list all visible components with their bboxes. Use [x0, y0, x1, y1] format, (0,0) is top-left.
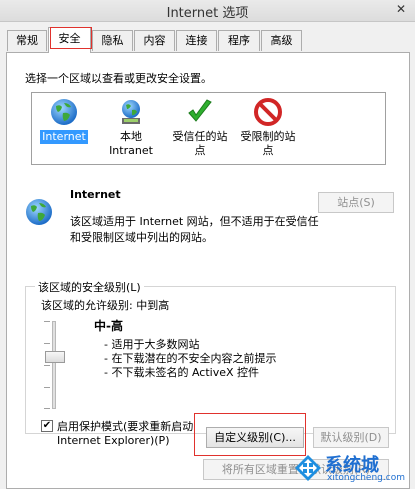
internet-options-window: Internet 选项 ✕ 常规 安全 隐私 内容 连接 程序 高级 选择一个区…: [0, 0, 415, 489]
zone-prompt: 选择一个区域以查看或更改安全设置。: [25, 72, 212, 85]
restricted-icon: [254, 98, 282, 126]
protected-mode-option[interactable]: ✔ 启用保护模式(要求重新启动 Internet Explorer)(P): [41, 420, 211, 448]
intranet-icon: [122, 100, 140, 124]
zone-intranet-label-line2: Intranet: [109, 144, 153, 157]
zone-trusted-sites[interactable]: 受信任的站 点: [169, 97, 231, 158]
selected-zone-description: 该区域适用于 Internet 网站，但不适用于在受信任和受限制区域中列出的网站…: [70, 215, 319, 244]
windows-logo-icon: [295, 455, 321, 481]
window-title: Internet 选项: [166, 6, 249, 21]
allowed-level-text: 该区域的允许级别: 中到高: [41, 299, 170, 312]
slider-tick: [44, 387, 50, 388]
sites-button[interactable]: 站点(S): [318, 192, 394, 213]
slider-tick: [44, 408, 50, 409]
protected-mode-label: 启用保护模式(要求重新启动 Internet Explorer)(P): [57, 420, 194, 447]
tab-programs[interactable]: 程序: [218, 30, 260, 51]
zone-internet[interactable]: Internet: [36, 97, 92, 144]
security-level-details: - 适用于大多数网站 - 在下载潜在的不安全内容之前提示 - 不下载未签名的 A…: [104, 338, 276, 380]
selected-zone-title: Internet: [70, 188, 121, 201]
custom-level-button[interactable]: 自定义级别(C)...: [206, 427, 304, 448]
site-watermark: 系统城 xitongcheng.com: [293, 451, 411, 485]
tab-privacy[interactable]: 隐私: [92, 30, 133, 51]
zone-restricted-label-line1: 受限制的站: [240, 130, 296, 143]
zone-local-intranet[interactable]: 本地 Intranet: [101, 97, 161, 158]
selected-zone-globe-icon: [26, 199, 52, 225]
security-level-slider-thumb[interactable]: [45, 351, 65, 363]
zone-internet-label: Internet: [40, 130, 88, 144]
tab-strip: 常规 安全 隐私 内容 连接 程序 高级: [0, 22, 415, 53]
level-bullet: - 适用于大多数网站: [104, 338, 200, 351]
check-icon: [188, 99, 212, 122]
slider-tick: [44, 365, 50, 366]
default-level-button[interactable]: 默认级别(D): [313, 427, 389, 448]
tab-general[interactable]: 常规: [7, 30, 47, 51]
security-level-group-label: 该区域的安全级别(L): [35, 279, 144, 295]
tab-advanced[interactable]: 高级: [261, 30, 302, 51]
globe-icon: [51, 99, 77, 125]
slider-tick: [44, 321, 50, 322]
tab-security[interactable]: 安全: [48, 27, 91, 53]
zone-restricted-label-line2: 点: [262, 144, 274, 157]
watermark-url: xitongcheng.com: [327, 473, 405, 483]
level-bullet: - 在下载潜在的不安全内容之前提示: [104, 352, 277, 365]
zone-restricted-sites[interactable]: 受限制的站 点: [237, 97, 299, 158]
tab-content[interactable]: 内容: [134, 30, 175, 51]
level-bullet: - 不下载未签名的 ActiveX 控件: [104, 366, 260, 379]
close-icon[interactable]: ✕: [391, 2, 411, 18]
zone-trusted-label-line1: 受信任的站: [172, 130, 228, 143]
zone-intranet-label-line1: 本地: [120, 130, 142, 143]
tab-connections[interactable]: 连接: [176, 30, 217, 51]
slider-tick: [44, 343, 50, 344]
zone-trusted-label-line2: 点: [194, 144, 206, 157]
title-bar: Internet 选项 ✕: [0, 0, 415, 22]
security-panel: 选择一个区域以查看或更改安全设置。 Internet 本地 Intranet 受…: [6, 52, 410, 489]
zones-list: Internet 本地 Intranet 受信任的站 点 受限制的站 点: [31, 92, 386, 165]
security-level-slider-track[interactable]: [52, 321, 56, 409]
security-level-name: 中-高: [94, 319, 123, 333]
protected-mode-checkbox[interactable]: ✔: [41, 420, 53, 432]
